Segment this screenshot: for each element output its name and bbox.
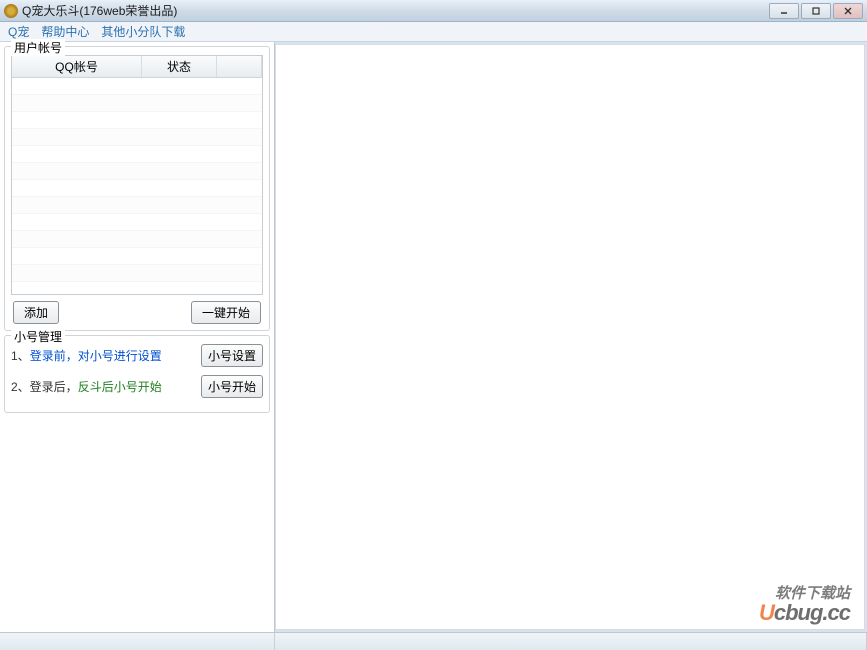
table-row[interactable] [12, 248, 262, 265]
window-title: Q宠大乐斗(176web荣誉出品) [22, 2, 177, 19]
maximize-button[interactable] [801, 3, 831, 19]
watermark-u: U [759, 600, 774, 625]
accounts-group-title: 用户帐号 [11, 39, 65, 56]
table-row[interactable] [12, 197, 262, 214]
accounts-table[interactable]: QQ帐号 状态 [11, 55, 263, 295]
mgmt-row1-prefix: 1、 [11, 349, 30, 363]
workspace: 用户帐号 QQ帐号 状态 [0, 42, 867, 632]
table-actions: 添加 一键开始 [11, 301, 263, 324]
menu-qchong[interactable]: Q宠 [8, 23, 29, 40]
table-row[interactable] [12, 163, 262, 180]
minimize-icon [779, 6, 789, 16]
table-body[interactable] [12, 78, 262, 294]
left-panel: 用户帐号 QQ帐号 状态 [0, 42, 275, 632]
watermark-line1: 软件下载站 [759, 582, 850, 603]
watermark-line2: Ucbug.cc [759, 603, 850, 623]
table-header: QQ帐号 状态 [12, 56, 262, 78]
table-row[interactable] [12, 265, 262, 282]
status-cell-right [275, 633, 867, 650]
mgmt-row1-text: 登录前，对小号进行设置 [30, 349, 162, 363]
title-bar: Q宠大乐斗(176web荣誉出品) [0, 0, 867, 22]
accounts-group: 用户帐号 QQ帐号 状态 [4, 46, 270, 331]
table-row[interactable] [12, 129, 262, 146]
app-icon [4, 4, 18, 18]
table-row[interactable] [12, 78, 262, 95]
watermark-rest: cbug.cc [774, 600, 850, 625]
titlebar-left: Q宠大乐斗(176web荣誉出品) [4, 2, 177, 19]
close-button[interactable] [833, 3, 863, 19]
table-row[interactable] [12, 231, 262, 248]
table-row[interactable] [12, 112, 262, 129]
mgmt-text-1: 1、登录前，对小号进行设置 [11, 347, 162, 364]
mgmt-row2-text: 反斗后小号开始 [78, 380, 162, 394]
table-row[interactable] [12, 180, 262, 197]
maximize-icon [811, 6, 821, 16]
menu-help[interactable]: 帮助中心 [41, 23, 89, 40]
col-status[interactable]: 状态 [142, 56, 217, 77]
table-row[interactable] [12, 214, 262, 231]
mgmt-row-2: 2、登录后，反斗后小号开始 小号开始 [11, 375, 263, 398]
mgmt-group: 小号管理 1、登录前，对小号进行设置 小号设置 2、登录后，反斗后小号开始 小号… [4, 335, 270, 413]
status-cell-left [0, 633, 275, 650]
status-bar [0, 632, 867, 650]
watermark: 软件下载站 Ucbug.cc [759, 582, 850, 623]
menu-other-download[interactable]: 其他小分队下载 [101, 23, 185, 40]
table-row[interactable] [12, 95, 262, 112]
mgmt-row-1: 1、登录前，对小号进行设置 小号设置 [11, 344, 263, 367]
menu-bar: Q宠 帮助中心 其他小分队下载 [0, 22, 867, 42]
window-controls [767, 3, 863, 19]
col-empty[interactable] [217, 56, 262, 77]
close-icon [843, 6, 853, 16]
mgmt-row2-prefix: 2、登录后， [11, 380, 78, 394]
start-all-button[interactable]: 一键开始 [191, 301, 261, 324]
mgmt-text-2: 2、登录后，反斗后小号开始 [11, 378, 162, 395]
col-account[interactable]: QQ帐号 [12, 56, 142, 77]
mgmt-group-title: 小号管理 [11, 328, 65, 345]
minimize-button[interactable] [769, 3, 799, 19]
alt-start-button[interactable]: 小号开始 [201, 375, 263, 398]
alt-settings-button[interactable]: 小号设置 [201, 344, 263, 367]
table-row[interactable] [12, 146, 262, 163]
add-button[interactable]: 添加 [13, 301, 59, 324]
right-panel: 软件下载站 Ucbug.cc [275, 44, 865, 630]
